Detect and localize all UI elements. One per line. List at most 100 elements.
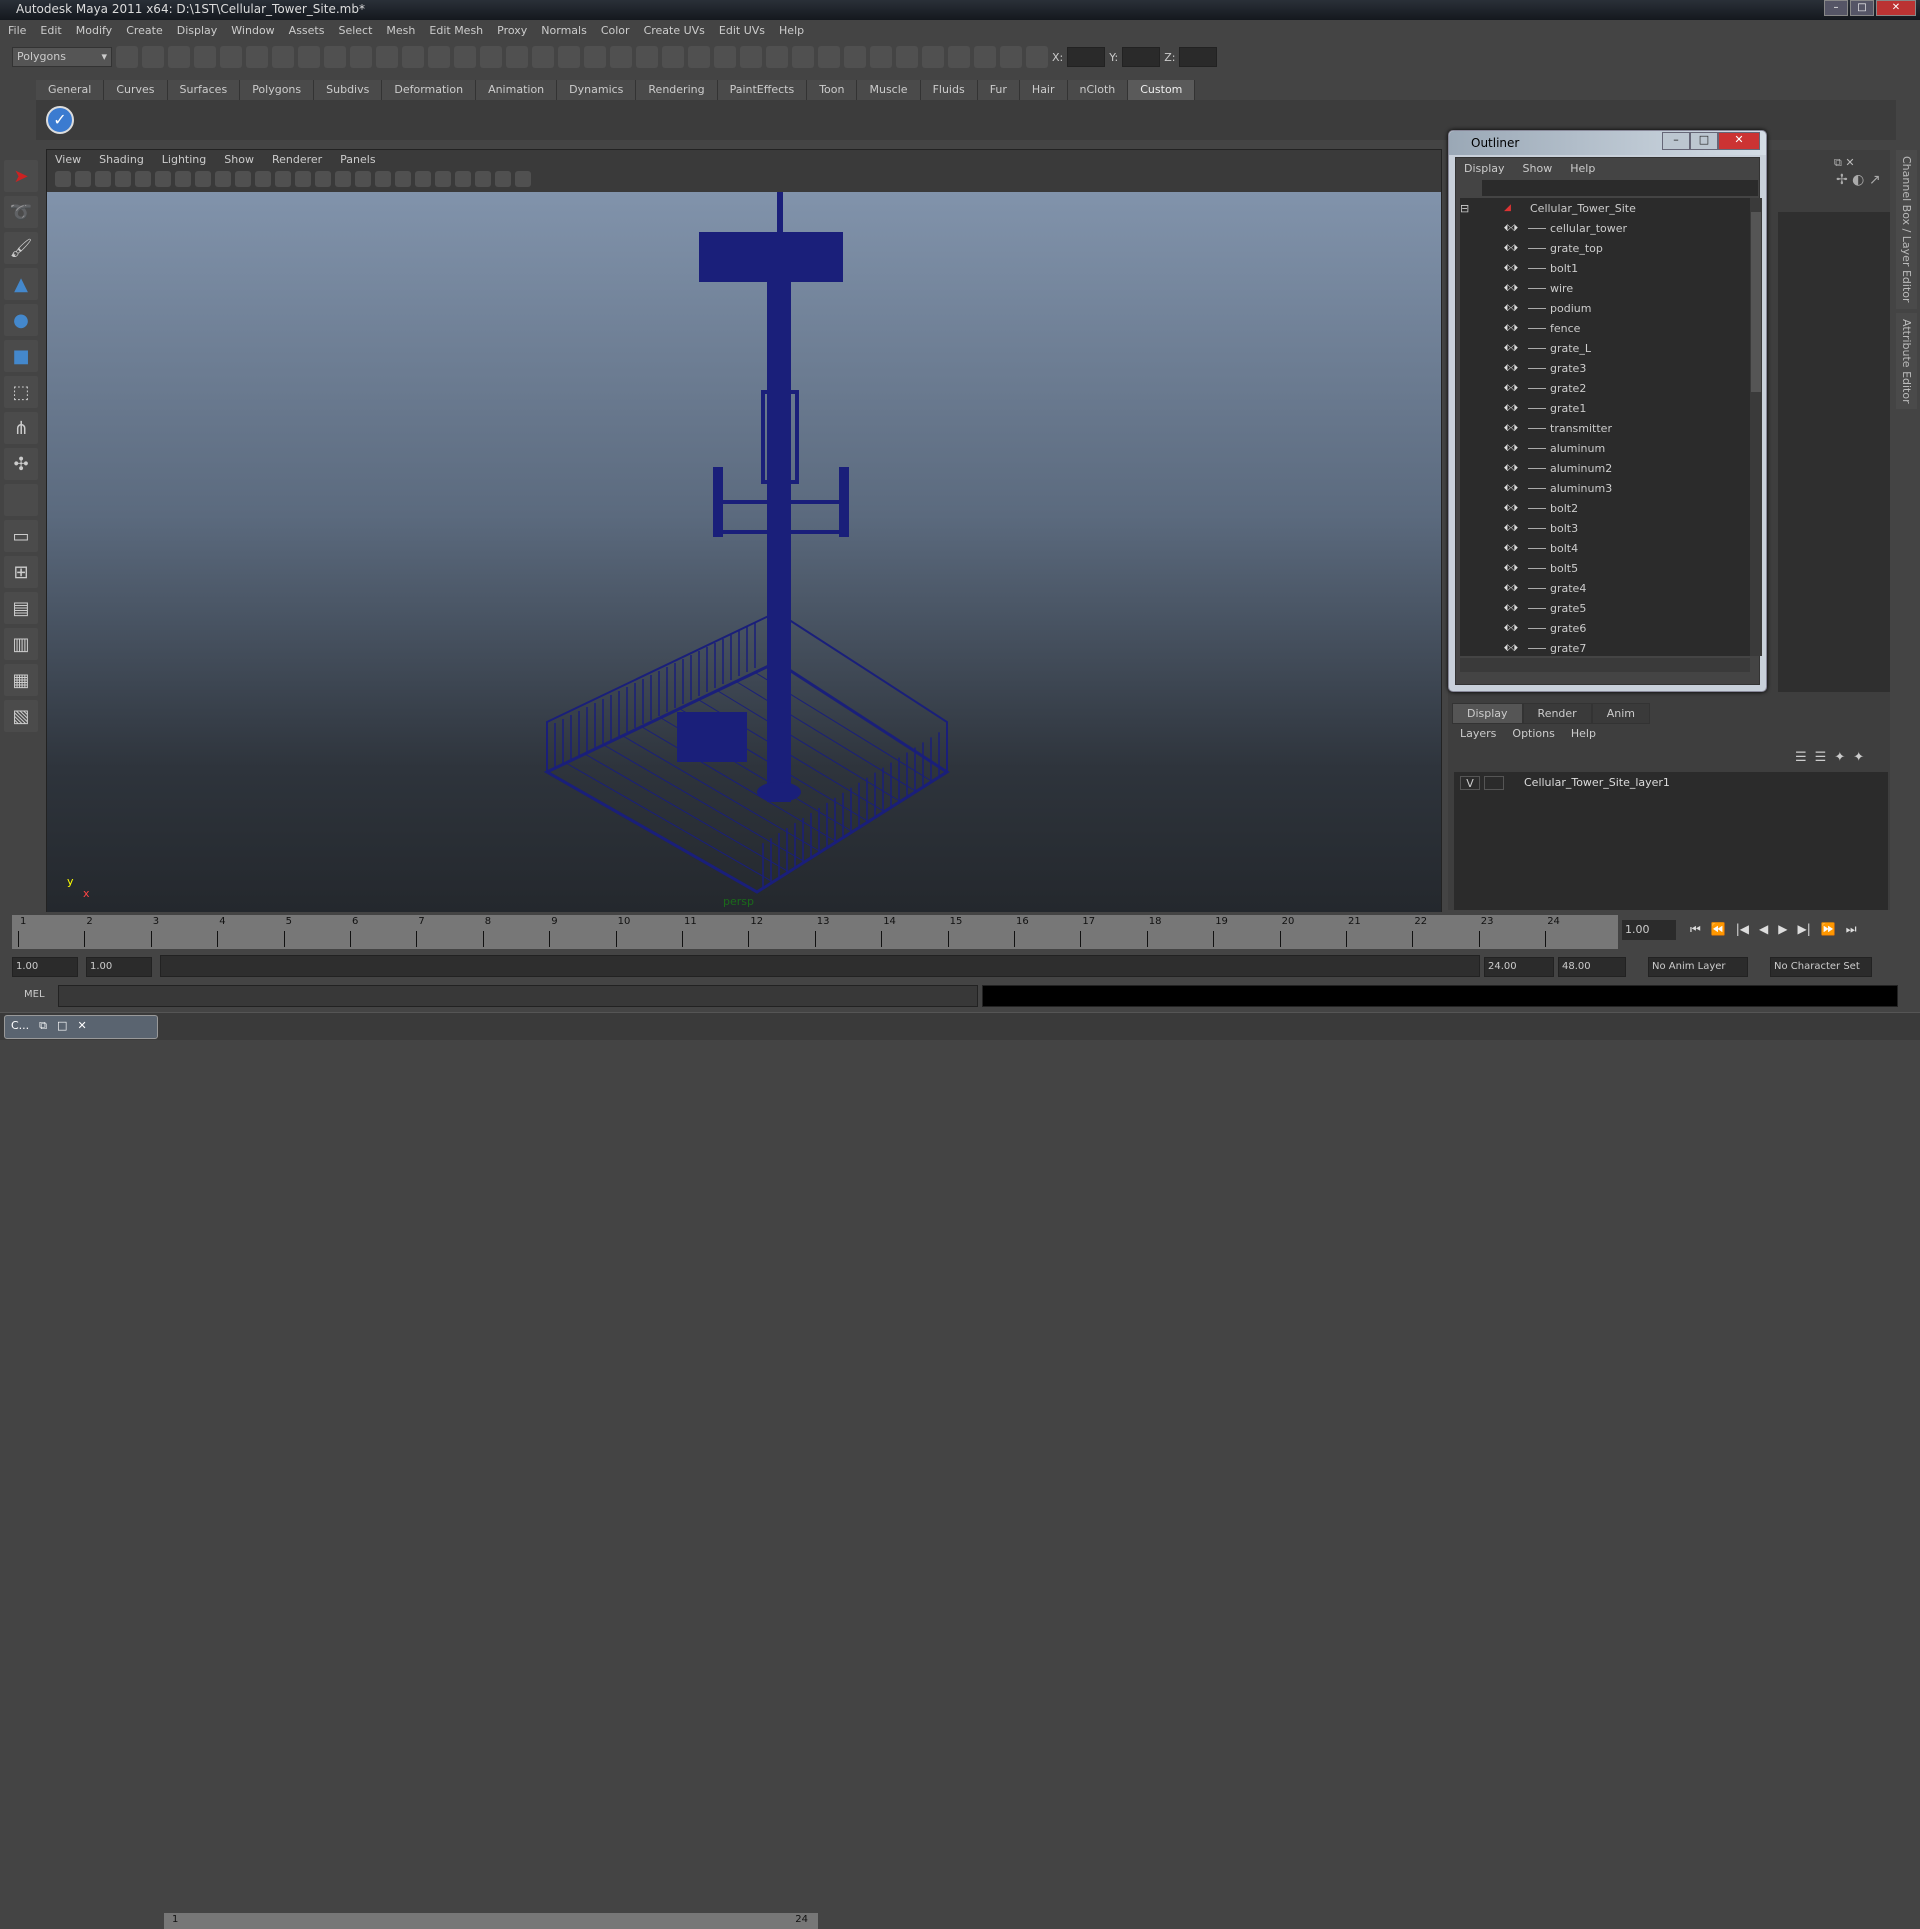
viewport-toolbar-icon[interactable] bbox=[355, 171, 371, 187]
tab-animation[interactable]: Animation bbox=[476, 80, 558, 100]
outliner-item[interactable]: ⬖⬗ grate1 bbox=[1460, 398, 1750, 418]
menu-edit[interactable]: Edit bbox=[40, 24, 61, 38]
restore-icon[interactable]: ⧉ bbox=[39, 1019, 47, 1035]
tab-hair[interactable]: Hair bbox=[1019, 80, 1068, 100]
playback-button[interactable]: ⏪ bbox=[1711, 922, 1726, 937]
y-input[interactable] bbox=[1122, 47, 1161, 67]
outliner-menu-display[interactable]: Display bbox=[1464, 162, 1505, 175]
toolbar-button-icon[interactable] bbox=[220, 46, 242, 68]
tab-custom[interactable]: Custom bbox=[1128, 80, 1196, 100]
viewport-toolbar-icon[interactable] bbox=[155, 171, 171, 187]
menu-help[interactable]: Help bbox=[779, 24, 804, 38]
outliner-root-item[interactable]: ⊟ ◢ Cellular_Tower_Site bbox=[1460, 198, 1750, 218]
menu-proxy[interactable]: Proxy bbox=[497, 24, 527, 38]
outliner-item[interactable]: ⬖⬗ aluminum3 bbox=[1460, 478, 1750, 498]
toolbar-button-icon[interactable] bbox=[610, 46, 632, 68]
layer-menu-help[interactable]: Help bbox=[1571, 727, 1596, 740]
toolbar-button-icon[interactable] bbox=[116, 46, 138, 68]
outliner-maximize[interactable]: □ bbox=[1690, 132, 1718, 150]
outliner-item[interactable]: ⬖⬗ grate5 bbox=[1460, 598, 1750, 618]
outliner-item[interactable]: ⬖⬗ podium bbox=[1460, 298, 1750, 318]
menu-color[interactable]: Color bbox=[601, 24, 630, 38]
menu-normals[interactable]: Normals bbox=[541, 24, 587, 38]
playback-button[interactable]: |◀ bbox=[1736, 922, 1749, 937]
layer-name[interactable]: Cellular_Tower_Site_layer1 bbox=[1524, 776, 1670, 789]
single-view-layout-icon[interactable]: ▭ bbox=[4, 520, 38, 552]
playback-button[interactable]: ⏭ bbox=[1846, 922, 1857, 937]
menu-assets[interactable]: Assets bbox=[289, 24, 325, 38]
outliner-item[interactable]: ⬖⬗ bolt2 bbox=[1460, 498, 1750, 518]
layer-menu-options[interactable]: Options bbox=[1512, 727, 1554, 740]
tab-rendering[interactable]: Rendering bbox=[636, 80, 718, 100]
z-input[interactable] bbox=[1179, 47, 1218, 67]
playback-start-field[interactable]: 1.00 bbox=[86, 957, 152, 977]
toolbar-button-icon[interactable] bbox=[194, 46, 216, 68]
outliner-scrollbar[interactable] bbox=[1750, 198, 1762, 656]
viewport-toolbar-icon[interactable] bbox=[275, 171, 291, 187]
viewport-toolbar-icon[interactable] bbox=[315, 171, 331, 187]
layer-playback-toggle[interactable] bbox=[1484, 776, 1504, 790]
menu-edit-mesh[interactable]: Edit Mesh bbox=[429, 24, 483, 38]
outliner-minimize[interactable]: – bbox=[1662, 132, 1690, 150]
menu-edit-uvs[interactable]: Edit UVs bbox=[719, 24, 765, 38]
time-slider[interactable]: 1 2 3 4 5 6 7 8 9 10 11 12 13 14 15 16 17 18 19 20 21 22 23 24 bbox=[12, 915, 1618, 949]
scale-tool-icon[interactable]: ■ bbox=[4, 340, 38, 372]
outliner-item[interactable]: ⬖⬗ bolt5 bbox=[1460, 558, 1750, 578]
outliner-item[interactable]: ⬖⬗ grate3 bbox=[1460, 358, 1750, 378]
viewport-menu-renderer[interactable]: Renderer bbox=[272, 153, 322, 166]
toolbar-button-icon[interactable] bbox=[896, 46, 918, 68]
toolbar-button-icon[interactable] bbox=[922, 46, 944, 68]
tab-ncloth[interactable]: nCloth bbox=[1067, 80, 1129, 100]
mode-select[interactable]: Polygons bbox=[12, 47, 112, 67]
toolbar-button-icon[interactable] bbox=[974, 46, 996, 68]
viewport-toolbar-icon[interactable] bbox=[295, 171, 311, 187]
minimize-button[interactable]: – bbox=[1824, 0, 1848, 16]
rotate-tool-icon[interactable]: ● bbox=[4, 304, 38, 336]
outliner-item[interactable]: ⬖⬗ bolt4 bbox=[1460, 538, 1750, 558]
viewport-toolbar-icon[interactable] bbox=[55, 171, 71, 187]
viewport-toolbar-icon[interactable] bbox=[415, 171, 431, 187]
viewport-toolbar-icon[interactable] bbox=[335, 171, 351, 187]
toolbar-button-icon[interactable] bbox=[818, 46, 840, 68]
command-input[interactable] bbox=[58, 985, 978, 1007]
outliner-item[interactable]: ⬖⬗ transmitter bbox=[1460, 418, 1750, 438]
menu-file[interactable]: File bbox=[8, 24, 26, 38]
toolbar-button-icon[interactable] bbox=[870, 46, 892, 68]
new-layer-down-icon[interactable]: ☰ bbox=[1815, 750, 1827, 765]
outliner-item[interactable]: ⬖⬗ grate4 bbox=[1460, 578, 1750, 598]
start-time-field[interactable]: 1.00 bbox=[12, 957, 78, 977]
toolbar-button-icon[interactable] bbox=[662, 46, 684, 68]
panel-float-icon[interactable]: ⧉ ✕ bbox=[1834, 156, 1855, 170]
toolbar-button-icon[interactable] bbox=[168, 46, 190, 68]
viewport-toolbar-icon[interactable] bbox=[455, 171, 471, 187]
viewport-toolbar-icon[interactable] bbox=[395, 171, 411, 187]
toolbar-button-icon[interactable] bbox=[350, 46, 372, 68]
viewport-menu-show[interactable]: Show bbox=[224, 153, 254, 166]
viewport-toolbar-icon[interactable] bbox=[175, 171, 191, 187]
layer-tab-display[interactable]: Display bbox=[1452, 703, 1523, 724]
toolbar-button-icon[interactable] bbox=[636, 46, 658, 68]
layer-visibility-toggle[interactable]: V bbox=[1460, 776, 1480, 790]
toolbar-button-icon[interactable] bbox=[558, 46, 580, 68]
toolbar-button-icon[interactable] bbox=[428, 46, 450, 68]
move-tool-icon[interactable]: ▲ bbox=[4, 268, 38, 300]
character-set-select[interactable]: No Character Set bbox=[1770, 957, 1872, 977]
universal-manip-icon[interactable]: ⬚ bbox=[4, 376, 38, 408]
outliner-item[interactable]: ⬖⬗ fence bbox=[1460, 318, 1750, 338]
toolbar-button-icon[interactable] bbox=[584, 46, 606, 68]
viewport-toolbar-icon[interactable] bbox=[375, 171, 391, 187]
layer-menu-layers[interactable]: Layers bbox=[1460, 727, 1496, 740]
outliner-menu-help[interactable]: Help bbox=[1570, 162, 1595, 175]
new-layer-icon[interactable]: ✦ bbox=[1834, 750, 1845, 765]
viewport-toolbar-icon[interactable] bbox=[75, 171, 91, 187]
menu-mesh[interactable]: Mesh bbox=[386, 24, 415, 38]
toolbar-button-icon[interactable] bbox=[532, 46, 554, 68]
new-layer-up-icon[interactable]: ☰ bbox=[1795, 750, 1807, 765]
outliner-item[interactable]: ⬖⬗ bolt1 bbox=[1460, 258, 1750, 278]
taskbar-item[interactable]: C... ⧉ □ ✕ bbox=[4, 1015, 158, 1039]
toolbar-button-icon[interactable] bbox=[714, 46, 736, 68]
menu-select[interactable]: Select bbox=[338, 24, 372, 38]
toolbar-button-icon[interactable] bbox=[402, 46, 424, 68]
toolbar-button-icon[interactable] bbox=[844, 46, 866, 68]
layer-tab-anim[interactable]: Anim bbox=[1591, 703, 1650, 724]
